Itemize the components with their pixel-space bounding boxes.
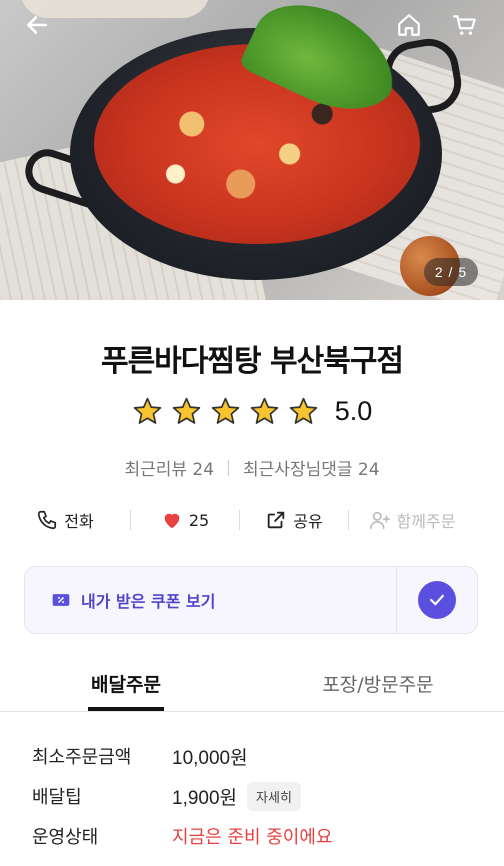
star-icon bbox=[289, 397, 317, 424]
rating-row: 5.0 bbox=[0, 396, 504, 427]
rating-value: 5.0 bbox=[334, 396, 373, 426]
coupon-box: 내가 받은 쿠폰 보기 bbox=[24, 566, 478, 634]
status-value: 지금은 준비 중이에요 bbox=[172, 827, 333, 848]
share-button[interactable]: 공유 bbox=[240, 505, 348, 535]
share-icon bbox=[268, 511, 285, 529]
delivery-tip-label: 배달팁 bbox=[32, 787, 82, 808]
heart-icon bbox=[164, 513, 180, 529]
like-button[interactable]: 25 bbox=[131, 505, 239, 535]
store-name: 푸른바다찜탕 부산북구점 bbox=[100, 344, 404, 379]
delivery-tip-row: 배달팁 1,900원 자세히 bbox=[32, 778, 482, 814]
call-label: 전화 bbox=[64, 512, 94, 531]
star-icon bbox=[172, 397, 200, 424]
star-icon bbox=[250, 397, 278, 424]
owner-replies-link[interactable]: 최근사장님댓글 24 bbox=[243, 455, 380, 480]
review-summary: 최근리뷰 24 최근사장님댓글 24 bbox=[0, 455, 504, 480]
tab-pickup[interactable]: 포장/방문주문 bbox=[252, 656, 504, 711]
view-coupons-button[interactable]: 내가 받은 쿠폰 보기 bbox=[25, 588, 396, 612]
divider bbox=[228, 459, 230, 476]
home-icon[interactable] bbox=[394, 10, 424, 40]
call-button[interactable]: 전화 bbox=[0, 505, 130, 535]
star-icon bbox=[133, 397, 161, 424]
delivery-tip-detail-button[interactable]: 자세히 bbox=[247, 781, 301, 811]
order-info: 최소주문금액 10,000원 배달팁 1,900원 자세히 운영상태 지금은 준… bbox=[32, 738, 482, 858]
group-order-label: 함께주문 bbox=[396, 512, 456, 531]
check-icon bbox=[418, 581, 456, 619]
cart-icon[interactable] bbox=[450, 10, 480, 40]
image-counter-badge: 2 / 5 bbox=[424, 258, 478, 286]
status-row: 운영상태 지금은 준비 중이에요 bbox=[32, 818, 482, 854]
min-order-value: 10,000원 bbox=[172, 747, 248, 769]
status-label: 운영상태 bbox=[32, 827, 99, 848]
add-person-icon bbox=[369, 511, 390, 530]
coupon-check-button[interactable] bbox=[397, 566, 477, 634]
tab-delivery[interactable]: 배달주문 bbox=[0, 656, 252, 711]
like-count: 25 bbox=[188, 510, 210, 530]
min-order-row: 최소주문금액 10,000원 bbox=[32, 738, 482, 774]
coupon-icon bbox=[52, 594, 70, 606]
action-bar: 전화 25 공유 함께주문 bbox=[0, 505, 504, 535]
delivery-tip-value: 1,900원 bbox=[172, 787, 238, 809]
phone-icon bbox=[38, 510, 57, 530]
order-type-tabs: 배달주문 포장/방문주문 bbox=[0, 656, 504, 712]
coupon-label: 내가 받은 쿠폰 보기 bbox=[81, 592, 216, 611]
arrow-left-icon[interactable] bbox=[22, 10, 52, 40]
share-label: 공유 bbox=[293, 512, 323, 531]
star-icon bbox=[211, 397, 239, 424]
min-order-label: 최소주문금액 bbox=[32, 747, 132, 768]
group-order-button[interactable]: 함께주문 bbox=[349, 505, 475, 535]
recent-reviews-link[interactable]: 최근리뷰 24 bbox=[124, 455, 214, 480]
store-hero-image[interactable]: 2 / 5 bbox=[0, 0, 504, 300]
